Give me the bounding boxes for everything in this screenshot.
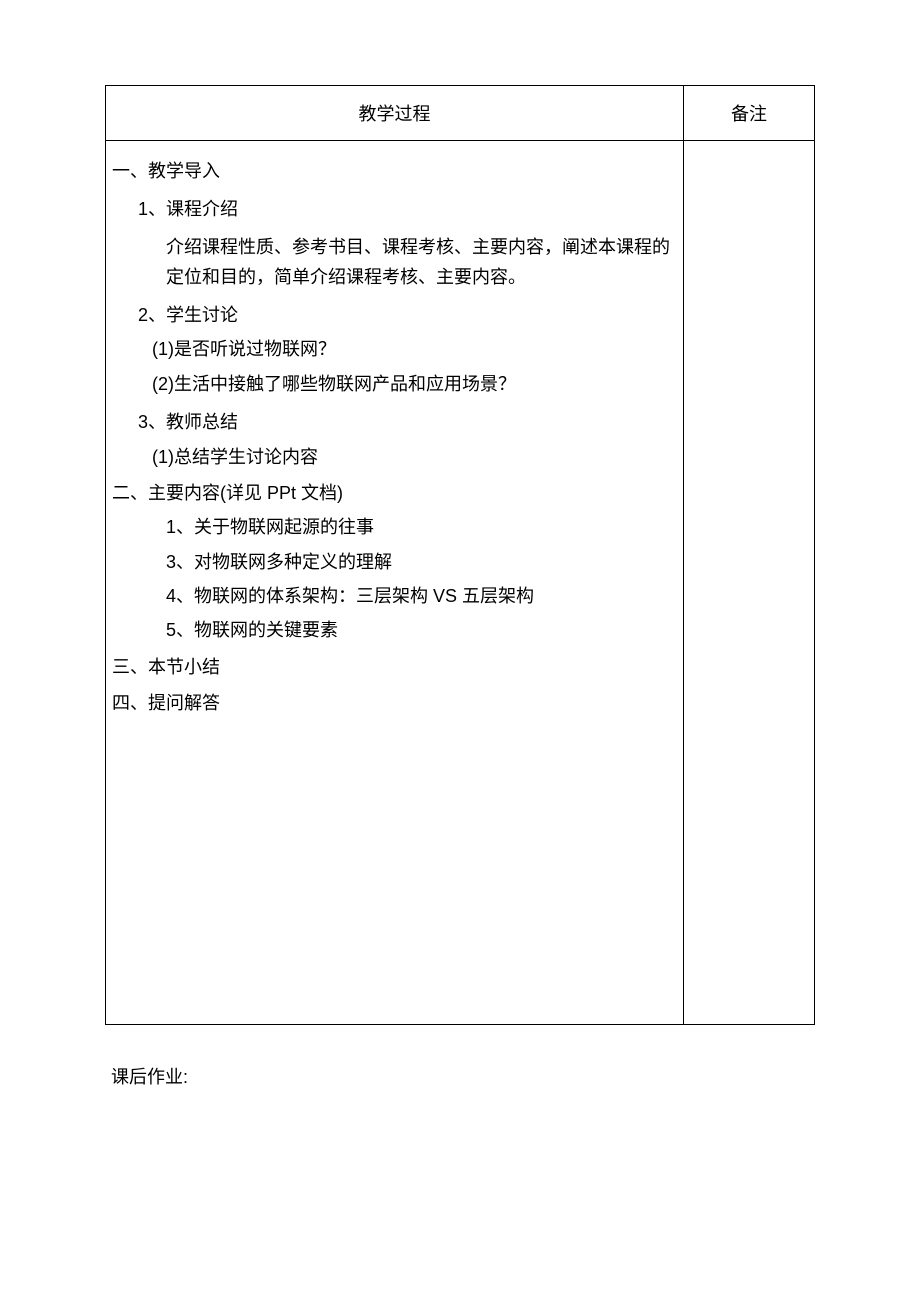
item-2-q1: (1)是否听说过物联网？ [112, 333, 677, 365]
section-4-title: 四、提问解答 [112, 687, 677, 719]
item-2-label: 2、学生讨论 [112, 299, 677, 331]
section-2-p4: 5、物联网的关键要素 [112, 614, 677, 646]
item-1-desc: 介绍课程性质、参考书目、课程考核、主要内容，阐述本课程的定位和目的，简单介绍课程… [112, 232, 677, 293]
header-left: 教学过程 [106, 86, 683, 141]
item-2-q2: (2)生活中接触了哪些物联网产品和应用场景？ [112, 368, 677, 400]
left-column: 教学过程 一、教学导入 1、课程介绍 介绍课程性质、参考书目、课程考核、主要内容… [106, 86, 684, 1024]
section-1-title: 一、教学导入 [112, 155, 677, 187]
item-3-p1: (1)总结学生讨论内容 [112, 441, 677, 473]
section-2-title: 二、主要内容(详见 PPt 文档) [112, 477, 677, 509]
item-3-label: 3、教师总结 [112, 406, 677, 438]
section-3-title: 三、本节小结 [112, 651, 677, 683]
header-right: 备注 [684, 86, 814, 141]
item-1-label: 1、课程介绍 [112, 193, 677, 225]
section-2-p3: 4、物联网的体系架构：三层架构 VS 五层架构 [112, 580, 677, 612]
section-2-p1: 1、关于物联网起源的往事 [112, 511, 677, 543]
notes-body [684, 141, 814, 1024]
lesson-table: 教学过程 一、教学导入 1、课程介绍 介绍课程性质、参考书目、课程考核、主要内容… [105, 85, 815, 1025]
content-body: 一、教学导入 1、课程介绍 介绍课程性质、参考书目、课程考核、主要内容，阐述本课… [106, 141, 683, 1024]
item-1-desc-text: 介绍课程性质、参考书目、课程考核、主要内容，阐述本课程的定位和目的，简单介绍课程… [166, 237, 670, 288]
section-2-p2: 3、对物联网多种定义的理解 [112, 546, 677, 578]
right-column: 备注 [684, 86, 814, 1024]
homework-label: 课后作业: [105, 1063, 815, 1089]
